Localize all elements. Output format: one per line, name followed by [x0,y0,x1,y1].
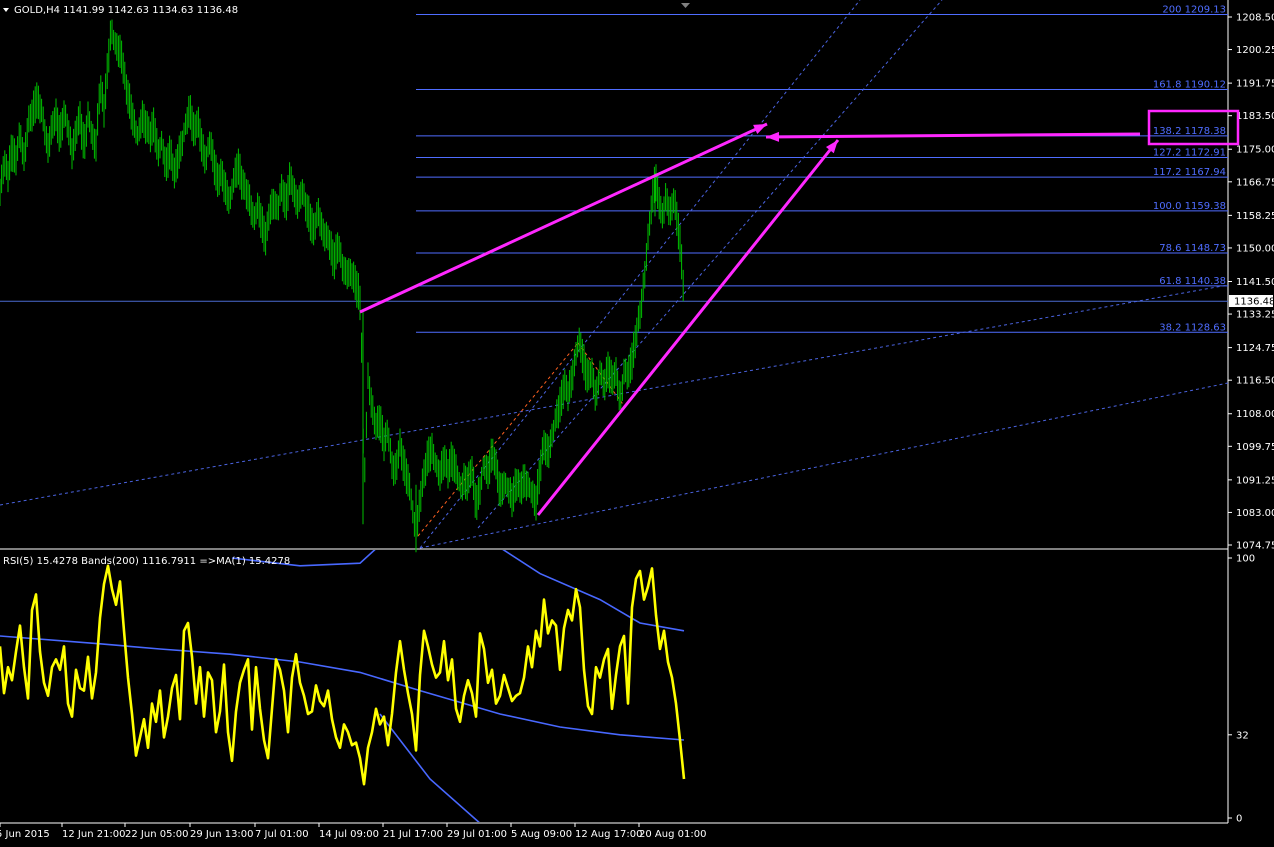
time-axis: 5 Jun 2015 12 Jun 21:00 22 Jun 05:00 29 Jun… [0,823,706,840]
fibonacci-expansion: 200 1209.13 161.8 1190.12 138.2 1178.38 127… [0,5,1228,333]
price-tick-label: 1074.75 [1236,541,1274,552]
fib-level-label: 127.2 1172.91 [1153,147,1226,158]
time-tick-label: 14 Jul 09:00 [319,829,379,840]
price-tick-label: 1083.00 [1236,508,1274,519]
fib-level-label: 138.2 1178.38 [1153,126,1226,137]
lower-trend-arrow [536,139,840,516]
chart-shift-icon[interactable] [681,3,690,8]
time-tick-label: 29 Jun 13:00 [190,829,254,840]
fib-level-label: 78.6 1148.73 [1159,243,1226,254]
price-tick-label: 1166.75 [1236,177,1274,188]
upper-trend-arrow [359,122,768,314]
price-tick-label: 1200.25 [1236,45,1274,56]
price-tick-label: 1124.75 [1236,343,1274,354]
price-tick-label: 1150.00 [1236,243,1274,254]
main-chart-header: GOLD,H4 1141.99 1142.63 1134.63 1136.48 [14,5,238,16]
price-tick-label: 1183.50 [1236,111,1274,122]
time-tick-label: 21 Jul 17:00 [383,829,443,840]
time-tick-label: 7 Jul 01:00 [255,829,309,840]
fib-level-label: 117.2 1167.94 [1153,167,1226,178]
price-tick-label: 1116.50 [1236,376,1274,387]
fib-level-label: 200 1209.13 [1162,5,1226,16]
time-tick-label: 12 Aug 17:00 [575,829,642,840]
fib-level-label: 61.8 1140.38 [1159,276,1226,287]
time-tick-label: 29 Jul 01:00 [447,829,507,840]
price-tick-label: 1191.75 [1236,79,1274,90]
fib-level-label: 38.2 1128.63 [1159,322,1226,333]
price-tick-label: 1175.00 [1236,145,1274,156]
rsi-tick-label: 100 [1236,554,1255,565]
rsi-tick-label: 0 [1236,814,1242,825]
chart-canvas: 200 1209.13 161.8 1190.12 138.2 1178.38 127… [0,0,1274,840]
rsi-band-lower [379,713,480,822]
rsi-panel: 100 32 0 [0,550,1255,825]
price-tick-label: 1133.25 [1236,310,1274,321]
rsi-line [0,564,686,786]
fib-level-label: 100.0 1159.38 [1153,201,1226,212]
rsi-tick-label: 32 [1236,730,1249,741]
price-tick-label: 1091.25 [1236,475,1274,486]
time-tick-label: 20 Aug 01:00 [639,829,706,840]
rsi-panel-header: RSI(5) 15.4278 Bands(200) 1116.7911 =>MA… [3,556,290,567]
time-tick-label: 12 Jun 21:00 [62,829,126,840]
time-tick-label: 5 Aug 09:00 [511,829,572,840]
trend-channel [0,0,1229,549]
price-tick-label: 1208.50 [1236,13,1274,24]
current-price-label: 1136.48 [1234,297,1274,308]
upper-trend-arrow-head [753,124,767,134]
channel-upper-line [0,284,1229,506]
price-axis: 1208.50 1200.25 1191.75 1183.50 1175.00 1166.… [1228,13,1274,552]
rsi-plot-area [0,550,686,822]
rsi-band-middle [0,635,685,741]
time-tick-label: 5 Jun 2015 [0,829,50,840]
symbol-dropdown-icon[interactable] [3,8,9,12]
annotation-arrows [359,122,1141,516]
time-tick-label: 22 Jun 05:00 [125,829,189,840]
target-arrow-head [766,131,780,142]
fib-level-label: 161.8 1190.12 [1153,80,1226,91]
price-tick-label: 1158.25 [1236,211,1274,222]
target-arrow [765,132,1141,139]
price-tick-label: 1099.75 [1236,442,1274,453]
rsi-band-upper [231,550,685,632]
price-tick-label: 1141.50 [1236,277,1274,288]
price-tick-label: 1108.00 [1236,409,1274,420]
